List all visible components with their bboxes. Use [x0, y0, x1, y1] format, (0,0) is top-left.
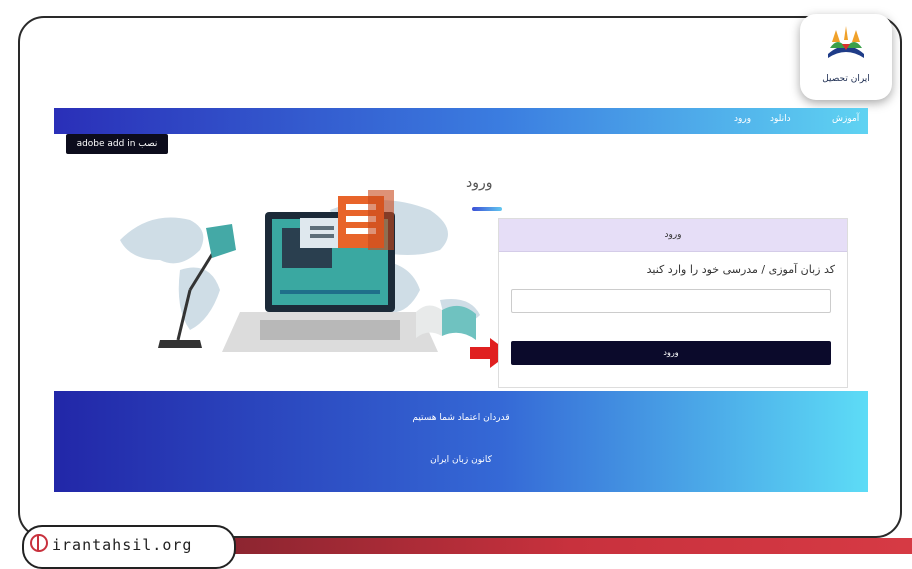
install-addin-button[interactable]: adobe add in نصب: [66, 134, 168, 154]
nav-item-tutorial[interactable]: آموزش: [832, 114, 859, 124]
login-card: ورود کد زبان آموزی / مدرسی خود را وارد ک…: [498, 218, 848, 388]
logo-text: ایران تحصیل: [822, 74, 870, 84]
site-url: irantahsil.org: [52, 536, 193, 554]
brand-logo: ایران تحصیل: [800, 14, 892, 100]
login-submit-button[interactable]: ورود: [511, 341, 831, 365]
site-watermark: irantahsil.org: [30, 534, 192, 554]
footer-thanks-text: قدردان اعتماد شما هستیم: [412, 413, 510, 423]
top-navbar: آموزش دانلود ورود: [54, 108, 868, 134]
logo-emblem-icon: [828, 26, 864, 58]
student-code-label: کد زبان آموزی / مدرسی خود را وارد کنید: [646, 263, 835, 276]
page-title: ورود: [466, 175, 493, 191]
globe-icon: [30, 534, 48, 552]
nav-item-login[interactable]: ورود: [734, 114, 751, 124]
elearning-illustration: [120, 190, 480, 352]
site-footer: قدردان اعتماد شما هستیم کانون زبان ایران: [54, 391, 868, 492]
nav-item-download[interactable]: دانلود: [770, 114, 791, 124]
login-card-header: ورود: [499, 219, 847, 252]
student-code-input[interactable]: [511, 289, 831, 313]
slides-icon: [338, 190, 394, 250]
footer-org-name[interactable]: کانون زبان ایران: [54, 455, 868, 465]
